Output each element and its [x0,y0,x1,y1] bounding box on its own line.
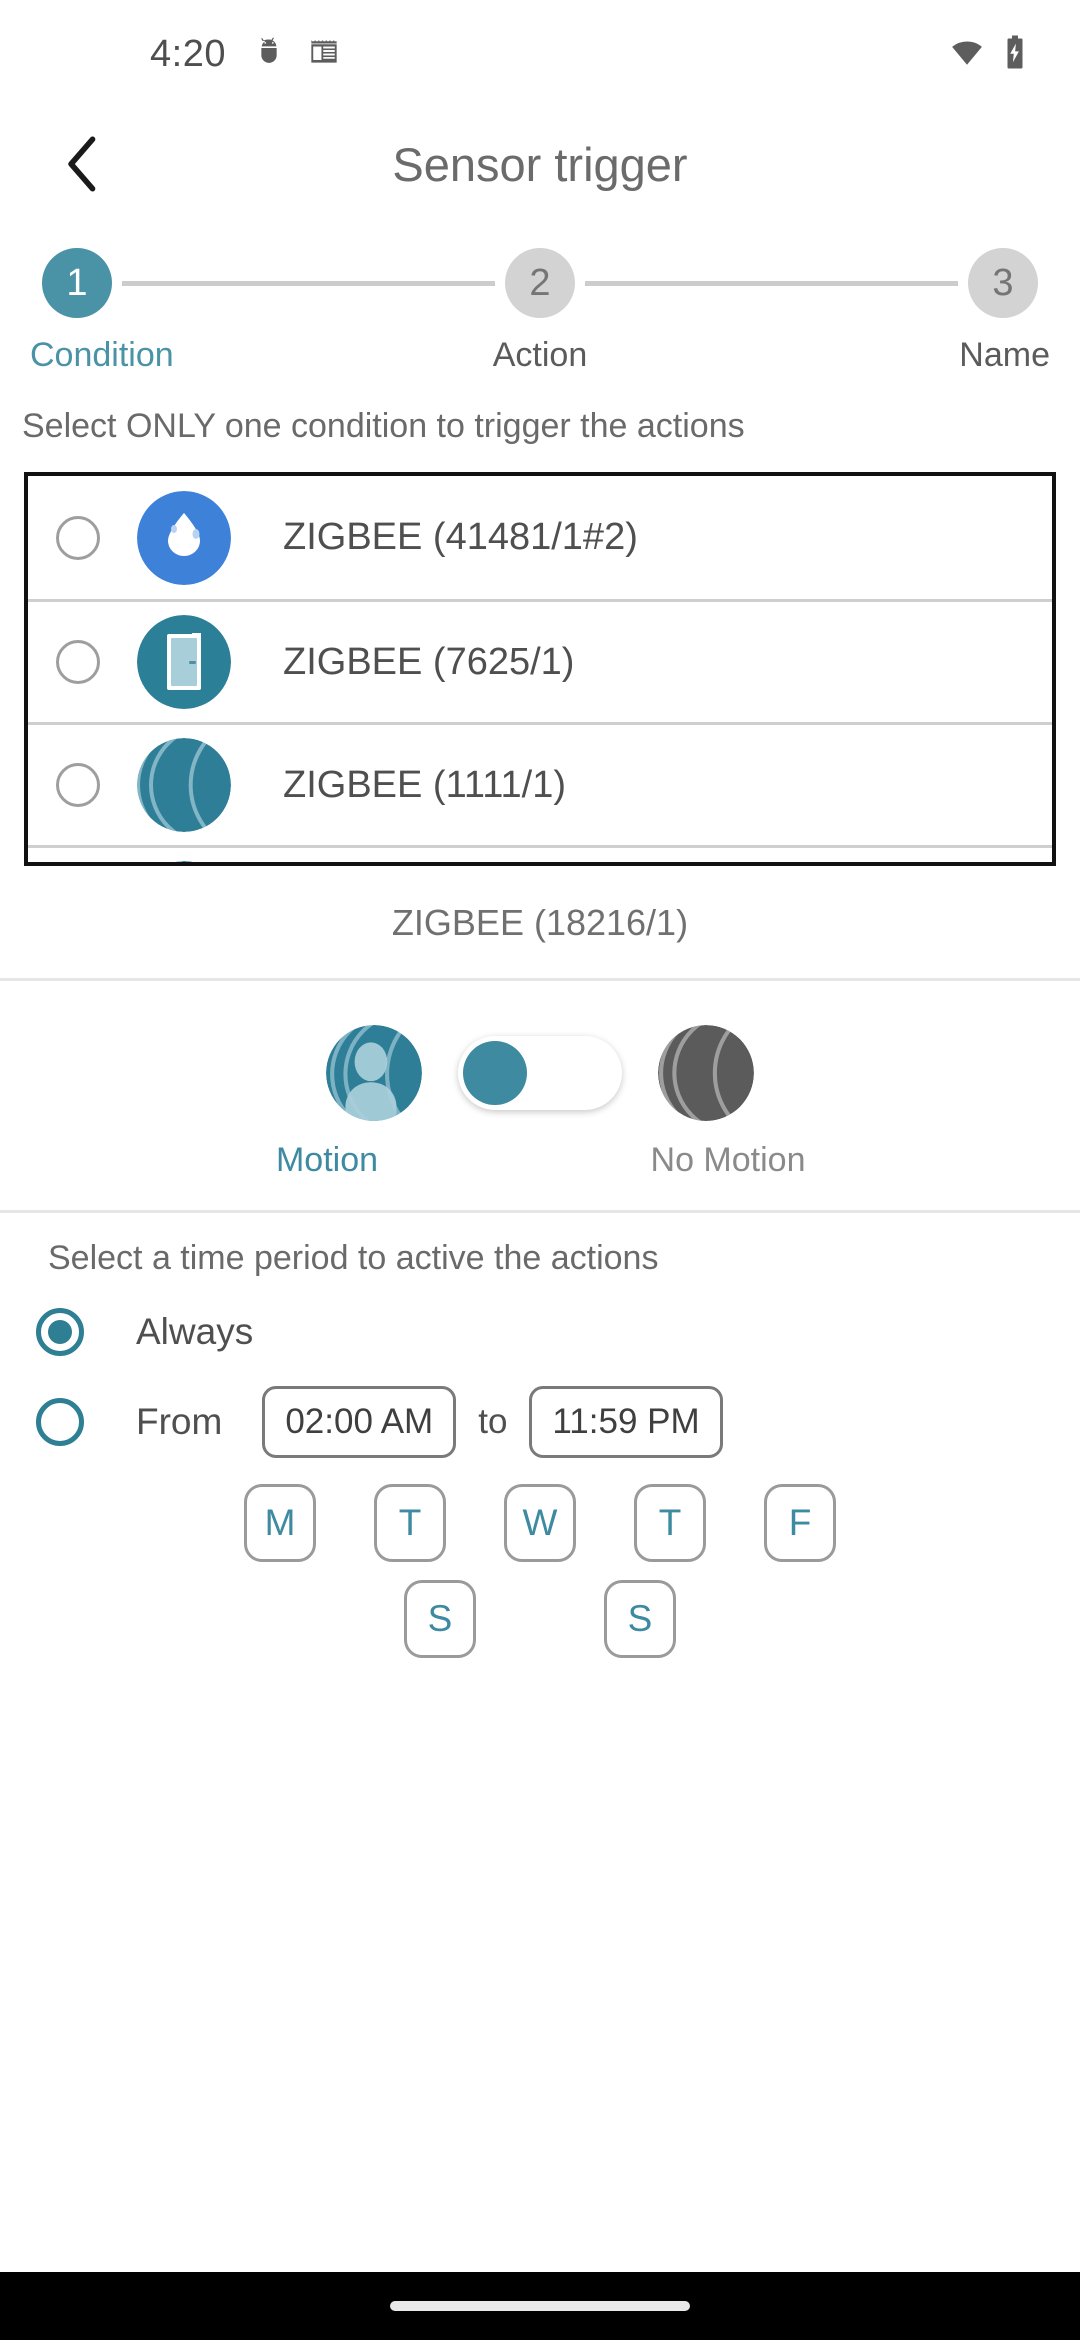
time-period-section: Select a time period to active the actio… [0,1213,1080,1658]
always-option-row[interactable]: Always [0,1278,1080,1356]
day-chip-monday[interactable]: M [244,1484,316,1562]
device-radio[interactable] [56,515,100,560]
motion-person-icon [137,861,231,862]
status-bar-notification-icons [252,35,340,74]
day-chip-saturday[interactable]: S [404,1580,476,1658]
day-chip-thursday[interactable]: T [634,1484,706,1562]
device-list-item[interactable]: ZIGBEE (18216/1) [28,845,1052,862]
motion-person-icon [326,1025,422,1121]
page-title: Sensor trigger [392,137,688,191]
status-bar-system-icons [950,34,1028,75]
device-radio[interactable] [56,763,100,807]
device-list-item[interactable]: ZIGBEE (1111/1) [28,722,1052,845]
from-label: From [136,1401,223,1442]
system-nav-bar [0,2272,1080,2340]
stepper-step-2-number: 2 [529,261,551,304]
day-chip-sunday[interactable]: S [604,1580,676,1658]
app-bar: Sensor trigger [0,108,1080,220]
to-time-field[interactable]: 11:59 PM [529,1386,723,1458]
motion-toggle-row [0,1025,1080,1121]
motion-toggle-section: Motion No Motion [0,981,1080,1210]
device-label: ZIGBEE (41481/1#2) [283,516,638,558]
device-list-item[interactable]: ZIGBEE (41481/1#2) [28,476,1052,599]
device-list[interactable]: ZIGBEE (41481/1#2) ZIGBEE (7625/1) ZIGBE… [24,472,1056,866]
no-motion-waves-icon [658,1025,754,1121]
motion-toggle-labels: Motion No Motion [0,1141,1080,1180]
always-radio[interactable] [36,1308,84,1356]
news-calendar-icon [308,36,340,73]
device-label: ZIGBEE (7625/1) [283,640,575,683]
device-list-item[interactable]: ZIGBEE (7625/1) [28,599,1052,722]
day-chip-wednesday[interactable]: W [504,1484,576,1562]
stepper-labels: Condition Action Name [0,318,1080,375]
home-indicator[interactable] [390,2301,690,2311]
stepper: 1 2 3 [0,220,1080,318]
time-range-radio[interactable] [36,1398,84,1446]
stepper-label-action: Action [492,336,588,374]
android-bug-icon [252,35,286,74]
stepper-label-condition: Condition [30,336,174,374]
day-chip-friday[interactable]: F [764,1484,836,1562]
device-radio[interactable] [56,640,100,684]
motion-waves-icon [137,738,231,832]
status-bar: 4:20 [0,0,1080,108]
water-leak-icon [137,490,231,585]
from-time-field[interactable]: 02:00 AM [262,1386,457,1458]
day-chip-tuesday[interactable]: T [374,1484,446,1562]
stepper-step-3[interactable]: 3 [968,248,1038,318]
status-bar-time: 4:20 [150,32,226,75]
door-contact-icon [137,615,231,709]
stepper-connector-1 [122,280,495,286]
battery-charging-icon [1002,34,1028,75]
to-label: to [478,1402,508,1441]
device-label: ZIGBEE (1111/1) [283,763,566,806]
stepper-label-name: Name [959,336,1050,374]
weekend-chips-row-2: S S [0,1580,1080,1658]
stepper-step-1[interactable]: 1 [42,248,112,318]
condition-hint: Select ONLY one condition to trigger the… [22,407,745,445]
motion-off-label: No Motion [650,1141,806,1179]
back-button[interactable] [50,133,112,195]
always-label: Always [136,1311,254,1352]
switch-knob [463,1041,527,1105]
weekday-chips-row-1: M T W T F [0,1484,1080,1562]
motion-on-label: Motion [275,1141,379,1179]
time-period-hint: Select a time period to active the actio… [48,1239,659,1277]
time-range-option-row[interactable]: From 02:00 AM to 11:59 PM [0,1356,1080,1458]
wifi-icon [950,35,984,74]
stepper-step-2[interactable]: 2 [505,248,575,318]
stepper-step-1-number: 1 [66,261,88,304]
stepper-connector-2 [585,280,958,286]
chevron-left-icon [68,136,96,192]
always-radio-dot [48,1320,72,1344]
selected-device-caption: ZIGBEE (18216/1) [391,902,689,943]
motion-state-switch[interactable] [458,1036,622,1110]
stepper-step-3-number: 3 [992,261,1014,304]
